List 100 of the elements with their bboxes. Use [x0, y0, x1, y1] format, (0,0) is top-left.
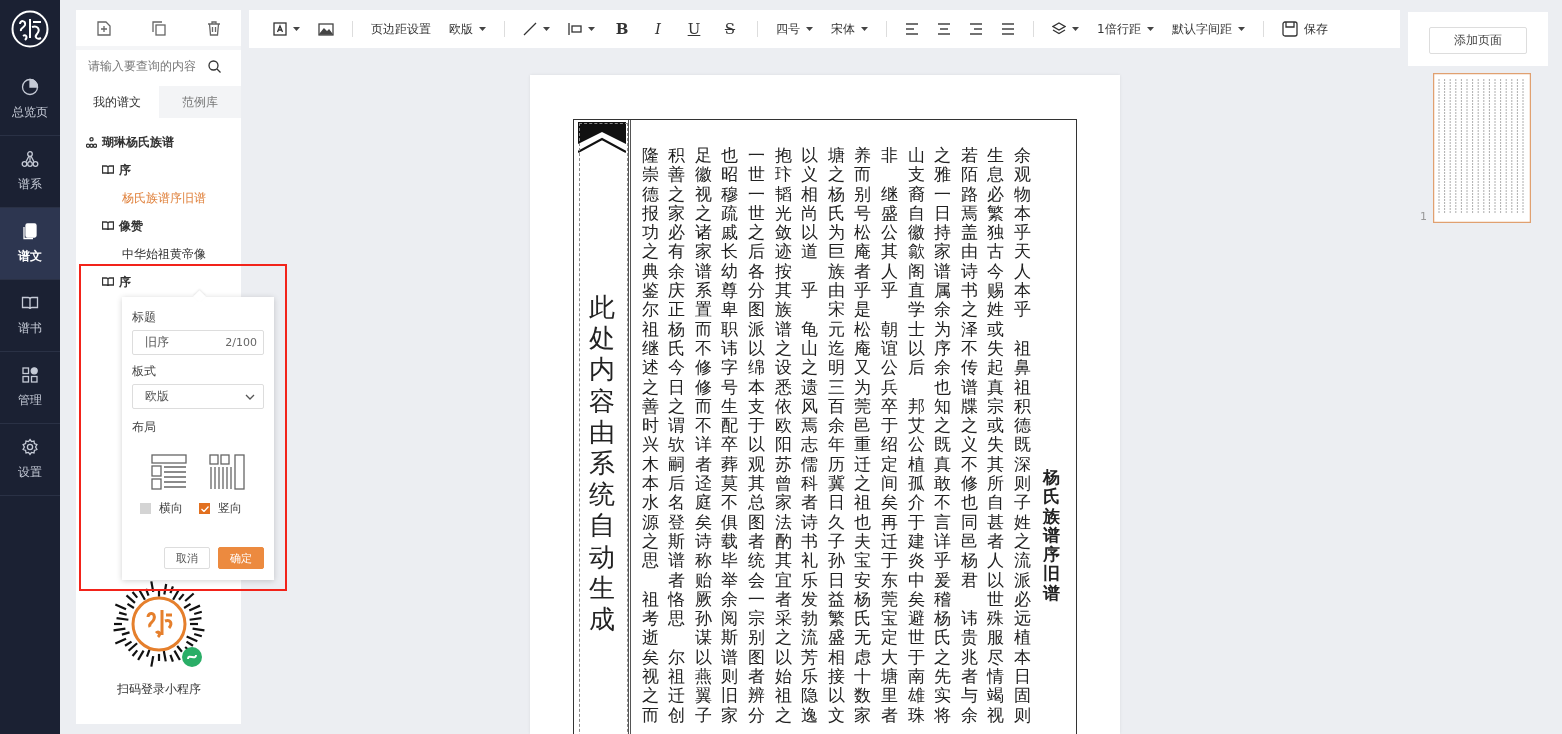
nav-item[interactable]: 谱文: [0, 208, 60, 280]
document-icon: [21, 222, 39, 240]
caret-icon: [293, 27, 300, 31]
justify-icon: [1001, 23, 1015, 35]
add-page-button[interactable]: 添加页面: [1429, 27, 1527, 54]
add-file-icon: [96, 20, 111, 36]
search-field[interactable]: 请输入要查询的内容: [88, 59, 208, 73]
check-icon: [200, 505, 209, 512]
layout-option[interactable]: 竖向: [199, 500, 242, 517]
horizontal-layout-icon: [151, 454, 187, 490]
hierarchy-icon: [86, 136, 97, 148]
text-column: 讳贵兆者与余: [960, 609, 978, 725]
format-button[interactable]: S: [721, 20, 739, 38]
text-column: 抱玣韬光敛迹按其族谱之设悉依欧阳苏曾家法酌其宜者采之以始祖之: [774, 146, 792, 725]
text-column: 乎: [801, 281, 819, 301]
tree-folder-label[interactable]: 序: [119, 273, 131, 291]
font-size-dropdown[interactable]: 四号: [776, 20, 813, 38]
text-column: 塘之杨氏为巨族由宋元迄明三百余年历冀日久子孙日益繁盛相接以文: [827, 146, 845, 725]
book-icon: [21, 294, 39, 312]
nav-item[interactable]: 总览页: [0, 64, 60, 136]
text-column: 朝谊公兵卒于绍定间矣再迁于东莞宝定大塘里者: [880, 319, 898, 725]
field-label: 标题: [132, 309, 157, 326]
field-label: 布局: [132, 419, 157, 436]
line-icon: [523, 22, 537, 36]
book-icon: [102, 277, 114, 287]
tab[interactable]: 范例库: [158, 86, 241, 118]
page-number: 1: [1420, 210, 1427, 223]
checkbox[interactable]: [199, 503, 210, 514]
character-counter: 2/100: [225, 336, 257, 349]
grid-icon: [21, 366, 39, 384]
image-icon: [318, 22, 334, 36]
layers-icon: [1052, 22, 1066, 36]
caret-icon: [479, 27, 486, 31]
format-button[interactable]: B: [613, 20, 631, 38]
book-icon: [102, 165, 114, 175]
align-right-icon: [969, 23, 983, 35]
font-family-dropdown[interactable]: 宋体: [831, 20, 868, 38]
book-icon: [102, 221, 114, 231]
trash-icon: [206, 20, 221, 36]
cancel-button[interactable]: 取消: [164, 547, 210, 569]
border-button[interactable]: [568, 22, 595, 36]
layout-option[interactable]: 横向: [140, 500, 183, 517]
letter-spacing-dropdown[interactable]: 默认字间距: [1171, 20, 1245, 38]
line-spacing-dropdown[interactable]: 1倍行距: [1097, 20, 1154, 38]
hierarchy-icon: [21, 150, 39, 168]
text-column: 养而别号松庵者乎是松庵又为莞邑重迁之祖也夫宝安杨氏无虑十数家: [854, 146, 872, 725]
caret-icon: [1237, 27, 1245, 31]
caret-icon: [861, 27, 868, 31]
caret-icon: [1146, 27, 1154, 31]
line-button[interactable]: [523, 22, 550, 36]
align-left-icon: [905, 23, 919, 35]
search-icon: [208, 59, 221, 73]
text-column: 一世一世之后各分图派以绵本支于以观其总图者统会一宗别图者辨分: [747, 146, 765, 725]
layers-button[interactable]: [1052, 22, 1079, 36]
settings-icon: [21, 438, 39, 456]
page-thumbnail[interactable]: [1433, 73, 1531, 223]
text-column: 山支裔自徽歙阁直学士以后: [907, 146, 925, 378]
text-column: 之雅一日持家谱属余为序余也知之既真敢不言详乎爰稽杨氏之先实将: [934, 146, 952, 725]
paper-dropdown[interactable]: 欧版: [449, 20, 486, 38]
save-icon: [1281, 21, 1298, 37]
format-dropdown[interactable]: 欧版: [132, 384, 264, 409]
text-column: 非: [880, 146, 898, 166]
text-box-button[interactable]: [273, 22, 300, 36]
align-center-icon: [937, 23, 951, 35]
caret-icon: [588, 27, 595, 31]
nav-item[interactable]: 设置: [0, 424, 60, 496]
margin-settings-button[interactable]: 页边距设置: [371, 20, 431, 38]
text-column: 祖鼻祖积德既深则子姓之流派必远植本日固则: [1013, 338, 1031, 725]
side-band-text: 此处内容由系统自动生成: [588, 292, 615, 636]
nav-item[interactable]: 谱书: [0, 280, 60, 352]
text-column: 邦艾公植孤介于建炎中矣避世于南雄珠: [907, 396, 925, 725]
logo-icon: [11, 10, 49, 48]
tree-root-label[interactable]: 瑚琳杨氏族谱: [102, 133, 174, 151]
caret-icon: [1072, 27, 1079, 31]
checkbox[interactable]: [140, 503, 151, 514]
caret-icon: [543, 27, 550, 31]
save-button[interactable]: 保存: [1281, 20, 1328, 38]
nav-item[interactable]: 管理: [0, 352, 60, 424]
ribbon-icon: [577, 122, 626, 154]
field-label: 板式: [132, 363, 157, 380]
text-column: 积善之家必有余庆正杨氏今日之谓欤嗣后名登斯谱者恪思: [668, 146, 686, 629]
text-column: 隆崇德报功之典鉴尔祖继述之善时兴木本水源之思: [641, 146, 659, 571]
document-title: 杨氏族谱序旧谱: [1042, 466, 1060, 605]
tree-item[interactable]: 中华始祖黄帝像: [76, 240, 241, 268]
text-column: 继盛公其人乎: [880, 184, 898, 301]
text-column: 生息必繁独古今赐姓或失起真宗或失其所自甚者人以世殊服尽情竭视: [987, 146, 1005, 725]
border-icon: [568, 22, 582, 36]
text-column: 以义相尚以道: [801, 146, 819, 262]
chevron-icon: [245, 393, 255, 400]
text-column: 余观物本乎天人本乎: [1013, 146, 1031, 320]
text-box-icon: [273, 22, 287, 36]
text-column: 足徽视之诸家谱系置而不修修而不详者迳庭矣诗称贻厥孙谋以燕翼子: [694, 146, 712, 725]
tree-folder-label[interactable]: 序: [119, 161, 131, 179]
text-column: 祖考逝矣视之而: [641, 589, 659, 725]
tree-folder-label[interactable]: 像赞: [119, 217, 143, 235]
format-button[interactable]: I: [649, 20, 667, 38]
format-button[interactable]: U: [685, 20, 703, 38]
caret-icon: [806, 27, 813, 31]
text-column: 尔祖迁创: [668, 647, 686, 725]
copy-icon: [151, 20, 166, 36]
